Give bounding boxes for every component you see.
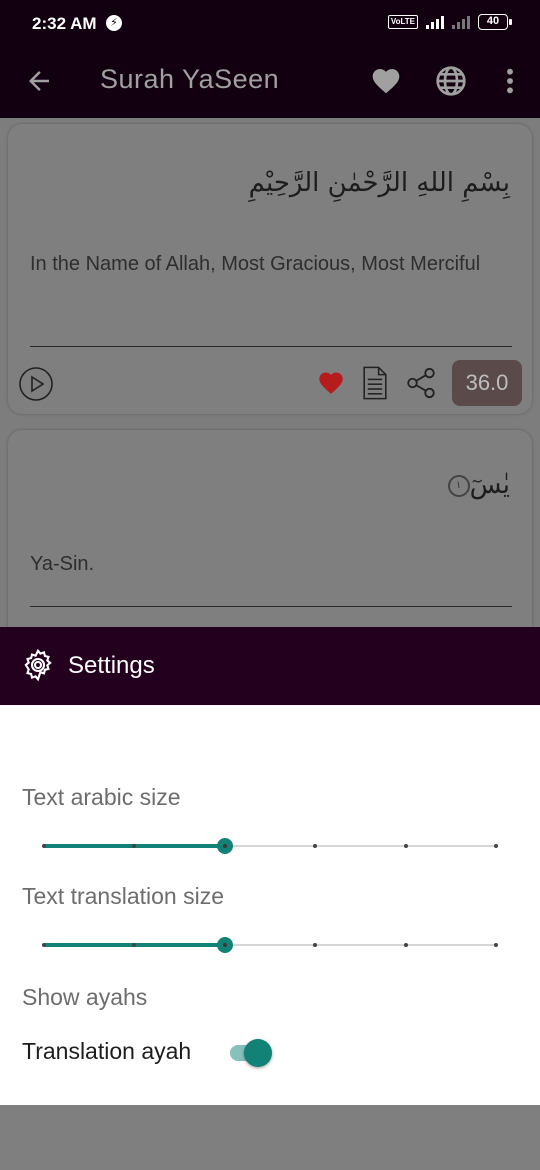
- verse-card: يٰسٓ١ Ya-Sin.: [8, 430, 532, 628]
- toggle-thumb: [244, 1039, 272, 1067]
- heart-icon[interactable]: [316, 369, 346, 397]
- bolt-icon: ⚡: [106, 15, 122, 31]
- status-time: 2:32 AM: [32, 14, 97, 33]
- play-icon[interactable]: [18, 366, 54, 402]
- verse-list: بِسْمِ اللهِ الرَّحْمٰنِ الرَّحِيْمِ In …: [0, 118, 540, 628]
- app-bar: Surah YaSeen: [0, 48, 540, 118]
- show-ayahs-label: Show ayahs: [22, 984, 148, 1010]
- slider-tick: [494, 943, 498, 947]
- gear-icon: [24, 648, 52, 682]
- slider-tick: [313, 943, 318, 947]
- text-size-badge[interactable]: 36.0: [452, 360, 522, 406]
- slider-tick: [403, 844, 408, 848]
- signal-icon-secondary: [452, 15, 470, 29]
- divider: [30, 346, 512, 347]
- slider-tick: [403, 943, 408, 947]
- slider-tick: [494, 844, 498, 848]
- heart-icon[interactable]: [370, 65, 402, 97]
- verse-actions: 36.0: [316, 360, 522, 406]
- verse-arabic: بِسْمِ اللهِ الرَّحْمٰنِ الرَّحِيْمِ: [248, 168, 510, 198]
- volte-icon: VoLTE: [387, 15, 418, 29]
- status-indicators: VoLTE 40: [387, 14, 512, 30]
- slider-thumb[interactable]: [216, 937, 233, 953]
- verse-translation: Ya-Sin.: [30, 553, 95, 575]
- slider-tick: [42, 943, 46, 947]
- translation-ayah-toggle[interactable]: [228, 1038, 274, 1068]
- settings-header: Settings: [0, 627, 540, 705]
- settings-panel: Text arabic size Text translation size S…: [0, 705, 540, 1105]
- slider-tick: [42, 844, 46, 848]
- translation-size-label: Text translation size: [22, 883, 224, 909]
- battery-icon: 40: [478, 14, 512, 30]
- translation-size-slider[interactable]: [40, 933, 500, 957]
- status-bar: 2:32 AM ⚡ VoLTE 40: [0, 0, 540, 48]
- translation-ayah-label: Translation ayah: [22, 1038, 192, 1064]
- share-icon[interactable]: [404, 365, 438, 401]
- verse-card: بِسْمِ اللهِ الرَّحْمٰنِ الرَّحِيْمِ In …: [8, 124, 532, 414]
- arabic-size-label: Text arabic size: [22, 784, 181, 810]
- signal-icon: [426, 15, 444, 29]
- globe-icon[interactable]: [435, 65, 467, 97]
- verse-translation: In the Name of Allah, Most Gracious, Mos…: [30, 253, 481, 275]
- arabic-size-slider[interactable]: [40, 834, 500, 858]
- document-icon[interactable]: [360, 365, 390, 401]
- slider-thumb[interactable]: [216, 838, 233, 854]
- verse-arabic: يٰسٓ١: [442, 470, 510, 500]
- slider-tick: [313, 844, 318, 848]
- divider: [30, 606, 512, 607]
- back-arrow-icon[interactable]: [24, 66, 54, 96]
- page-title: Surah YaSeen: [100, 64, 280, 94]
- settings-title: Settings: [68, 652, 155, 679]
- ayah-number-badge: ١: [447, 474, 470, 497]
- scrim: [0, 1105, 540, 1170]
- more-vert-icon[interactable]: [494, 65, 526, 97]
